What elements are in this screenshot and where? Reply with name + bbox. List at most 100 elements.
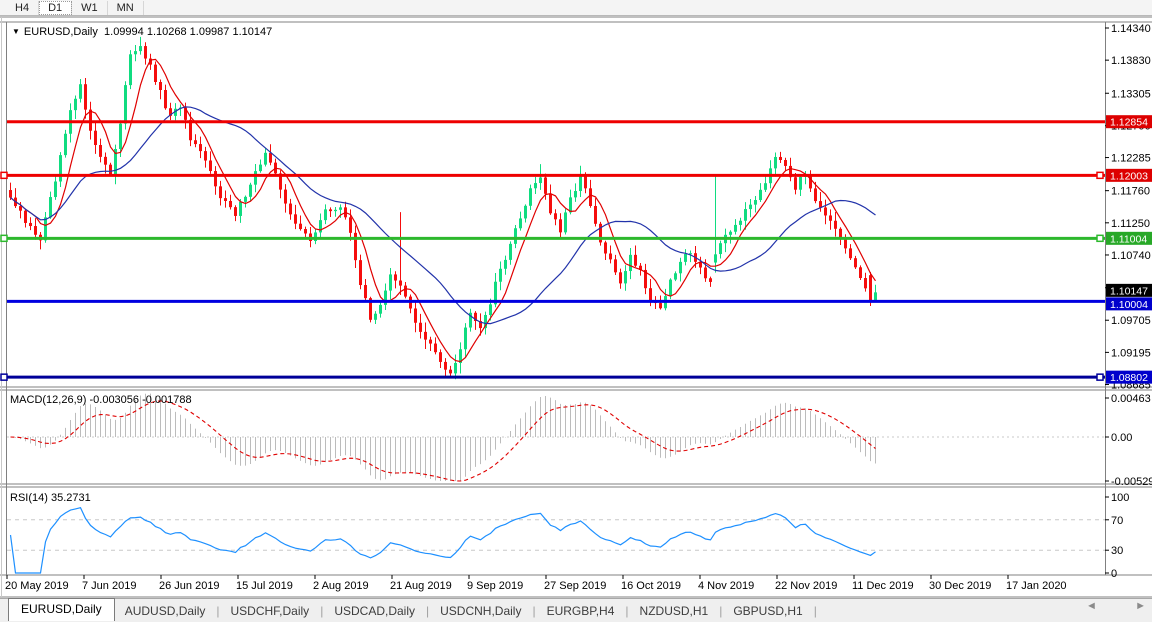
candle-body	[364, 285, 367, 298]
candle-body	[104, 157, 107, 165]
candle-body	[284, 190, 287, 204]
candle-body	[374, 314, 377, 320]
symbol-tab-eurgbp[interactable]: EURGBP,H4	[537, 602, 625, 620]
candle-body	[544, 177, 547, 193]
price-tag-text: 1.10004	[1110, 299, 1148, 311]
rsi-axis-label: 70	[1111, 515, 1123, 527]
candle-body	[579, 175, 582, 191]
candle-body	[669, 280, 672, 296]
price-tag-text: 1.10147	[1110, 285, 1148, 297]
candle-body	[869, 275, 872, 300]
candle-body	[324, 209, 327, 220]
macd-layer	[7, 394, 1105, 481]
macd-values: -0.003056 -0.001788	[89, 394, 191, 406]
rsi-layer	[7, 508, 1105, 573]
date-axis-label: 4 Nov 2019	[698, 580, 754, 592]
candle-body	[514, 228, 517, 244]
price-tag: 1.11004	[1106, 232, 1152, 246]
candle-body	[204, 151, 207, 160]
candle-body	[439, 352, 442, 362]
candle-body	[509, 244, 512, 260]
symbol-tab-usdcnh[interactable]: USDCNH,Daily	[430, 602, 531, 620]
macd-axis-label: 0.00	[1111, 432, 1132, 444]
candle-body	[29, 223, 32, 226]
candle-body	[854, 258, 857, 267]
candle-body	[744, 209, 747, 221]
price-axis-label: 1.09705	[1111, 315, 1151, 327]
symbol-tab-eurusd[interactable]: EURUSD,Daily	[8, 598, 115, 621]
price-axis-label: 1.09195	[1111, 347, 1151, 359]
price-tag-text: 1.12854	[1110, 117, 1148, 129]
candle-body	[659, 303, 662, 308]
symbol-tab-nzdusd[interactable]: NZDUSD,H1	[630, 602, 719, 620]
symbol-tab-bar: EURUSD,DailyAUDUSD,Daily|USDCHF,Daily|US…	[0, 598, 1152, 622]
date-axis-label: 27 Sep 2019	[544, 580, 606, 592]
candle-body	[239, 202, 242, 216]
price-axis-label: 1.11760	[1111, 186, 1150, 198]
tab-separator: |	[813, 604, 818, 618]
date-axis-label: 30 Dec 2019	[929, 580, 991, 592]
hline-handle[interactable]	[1, 374, 7, 380]
candle-body	[304, 229, 307, 233]
tab-scroll-left-icon[interactable]: ◄	[1086, 600, 1097, 612]
candle-body	[144, 46, 147, 58]
candle-body	[404, 286, 407, 297]
date-axis-label: 11 Dec 2019	[852, 580, 914, 592]
rsi-value: 35.2731	[51, 492, 91, 504]
candle-body	[524, 206, 527, 219]
candle-body	[849, 248, 852, 258]
candle-body	[24, 211, 27, 223]
candle-body	[389, 274, 392, 290]
candle-body	[294, 214, 297, 223]
candle-body	[624, 271, 627, 283]
date-axis-label: 21 Aug 2019	[390, 580, 452, 592]
hline-handle[interactable]	[1097, 374, 1103, 380]
candle-body	[779, 157, 782, 160]
candle-body	[604, 242, 607, 253]
candle-body	[864, 278, 867, 288]
candle-body	[489, 304, 492, 315]
rsi-axis-label: 100	[1111, 492, 1129, 504]
tab-scroll-right-icon[interactable]: ►	[1135, 600, 1146, 612]
hline-handle[interactable]	[1, 235, 7, 241]
candle-body	[399, 281, 402, 286]
symbol-tab-usdcad[interactable]: USDCAD,Daily	[324, 602, 425, 620]
candle-body	[549, 194, 552, 214]
symbol-tab-gbpusd[interactable]: GBPUSD,H1	[723, 602, 812, 620]
rsi-axis-label: 0	[1111, 568, 1117, 580]
candle-body	[224, 198, 227, 201]
date-axis-label: 16 Oct 2019	[621, 580, 681, 592]
candle-body	[684, 254, 687, 262]
candle-body	[264, 153, 267, 165]
candle-body	[534, 183, 537, 188]
candle-body	[124, 85, 127, 124]
candle-body	[199, 144, 202, 151]
candle-body	[379, 305, 382, 314]
hline-handle[interactable]	[1097, 235, 1103, 241]
candle-body	[414, 308, 417, 322]
symbol-tab-usdchf[interactable]: USDCHF,Daily	[221, 602, 320, 620]
hline-handle[interactable]	[1097, 172, 1103, 178]
date-axis-label: 7 Jun 2019	[82, 580, 136, 592]
candle-body	[394, 274, 397, 280]
candle-body	[539, 177, 542, 183]
price-tag: 1.08802	[1106, 371, 1152, 385]
candle-body	[714, 254, 717, 262]
candle-body	[819, 201, 822, 207]
candle-body	[519, 218, 522, 228]
symbol-tab-audusd[interactable]: AUDUSD,Daily	[115, 602, 216, 620]
candles-layer	[9, 37, 877, 379]
candle-body	[349, 217, 352, 233]
dropdown-icon[interactable]: ▼	[12, 27, 20, 36]
candle-body	[339, 207, 342, 209]
candle-body	[49, 197, 52, 217]
candle-body	[674, 273, 677, 279]
candle-body	[614, 259, 617, 272]
price-axis-label: 1.11250	[1111, 218, 1150, 230]
candle-body	[759, 190, 762, 200]
candle-body	[504, 260, 507, 269]
candle-body	[214, 171, 217, 186]
hline-handle[interactable]	[1, 172, 7, 178]
candle-body	[54, 182, 57, 198]
candle-body	[839, 229, 842, 238]
